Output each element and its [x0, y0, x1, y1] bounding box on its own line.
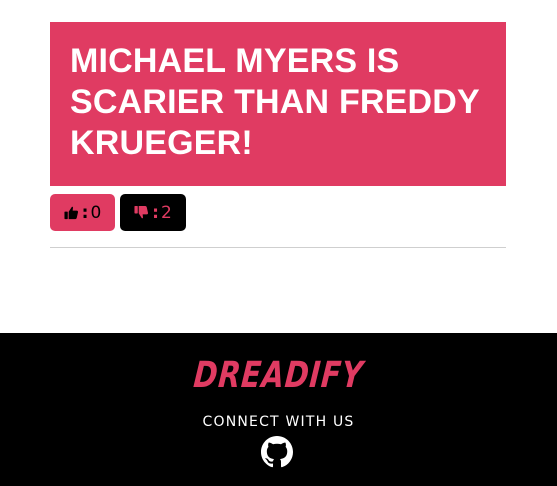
main-content: MICHAEL MYERS IS SCARIER THAN FREDDY KRU…: [50, 22, 506, 248]
vote-row: : 0 : 2: [50, 194, 506, 231]
footer: DREADIFY CONNECT WITH US: [0, 333, 557, 486]
github-icon[interactable]: [261, 436, 293, 468]
upvote-count: 0: [90, 202, 102, 223]
downvote-button[interactable]: : 2: [120, 194, 186, 231]
upvote-button[interactable]: : 0: [50, 194, 115, 231]
upvote-separator: :: [81, 202, 89, 223]
brand-logo[interactable]: DREADIFY: [54, 355, 503, 396]
downvote-count: 2: [160, 202, 172, 223]
opinion-text: MICHAEL MYERS IS SCARIER THAN FREDDY KRU…: [70, 42, 480, 162]
divider: [50, 247, 506, 248]
downvote-separator: :: [152, 202, 159, 223]
thumbs-up-icon: [64, 205, 79, 220]
thumbs-down-icon: [134, 205, 149, 220]
opinion-card: MICHAEL MYERS IS SCARIER THAN FREDDY KRU…: [50, 22, 506, 186]
page: MICHAEL MYERS IS SCARIER THAN FREDDY KRU…: [0, 0, 557, 486]
connect-label: CONNECT WITH US: [202, 414, 355, 430]
